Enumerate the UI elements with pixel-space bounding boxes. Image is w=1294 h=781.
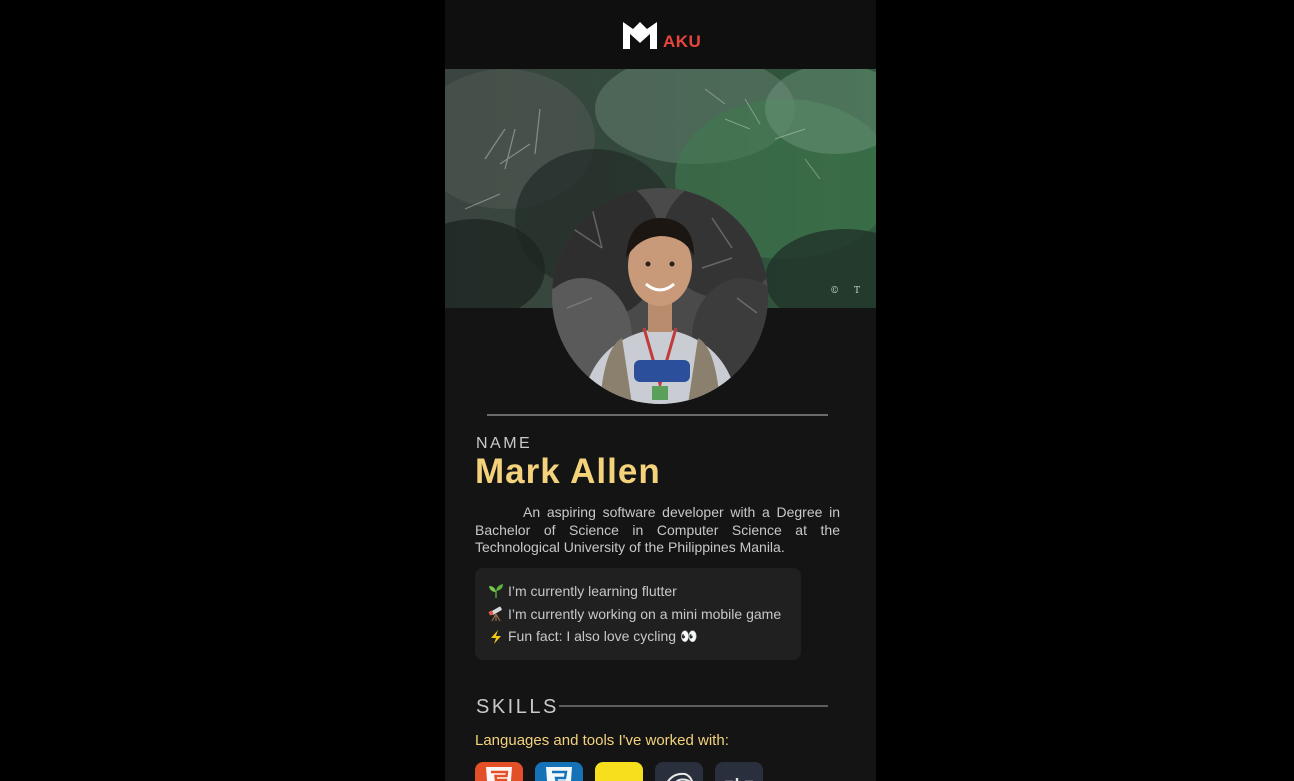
css3-icon[interactable]: [535, 762, 583, 781]
bio-text: An aspiring software developer with a De…: [475, 504, 840, 555]
skills-divider: [559, 705, 828, 707]
fact-item: I’m currently working on a mini mobile g…: [487, 602, 801, 625]
profile-name: Mark Allen: [475, 452, 661, 491]
section-divider: [487, 414, 828, 416]
profile-page: AKU © T NAME Mark Allen An aspiring soft…: [445, 0, 876, 781]
logo-text: AKU: [663, 32, 702, 51]
php-icon[interactable]: [715, 762, 763, 781]
brand-logo[interactable]: AKU: [622, 20, 701, 50]
fact-item: I’m currently learning flutter: [487, 579, 801, 602]
fact-text: I’m currently learning flutter: [508, 582, 677, 599]
fact-text: I’m currently working on a mini mobile g…: [508, 605, 782, 622]
photo-credit: © T: [830, 286, 866, 296]
tools-list: [475, 762, 775, 781]
fact-text: Fun fact: I also love cycling 👀: [508, 628, 698, 644]
skills-subtitle: Languages and tools I've worked with:: [475, 732, 729, 749]
name-label: NAME: [476, 435, 533, 452]
html5-icon[interactable]: [475, 762, 523, 781]
mysql-icon[interactable]: [655, 762, 703, 781]
fact-item: Fun fact: I also love cycling 👀: [487, 625, 801, 648]
m-logo-icon: [623, 22, 657, 49]
top-header: AKU: [445, 0, 876, 69]
skills-title: SKILLS: [476, 696, 559, 718]
javascript-icon[interactable]: [595, 762, 643, 781]
lightning-icon: [487, 628, 504, 645]
fun-facts-card: I’m currently learning flutter I’m curre…: [475, 568, 801, 660]
telescope-icon: [487, 605, 504, 622]
seedling-icon: [487, 582, 504, 599]
avatar: [552, 188, 768, 404]
